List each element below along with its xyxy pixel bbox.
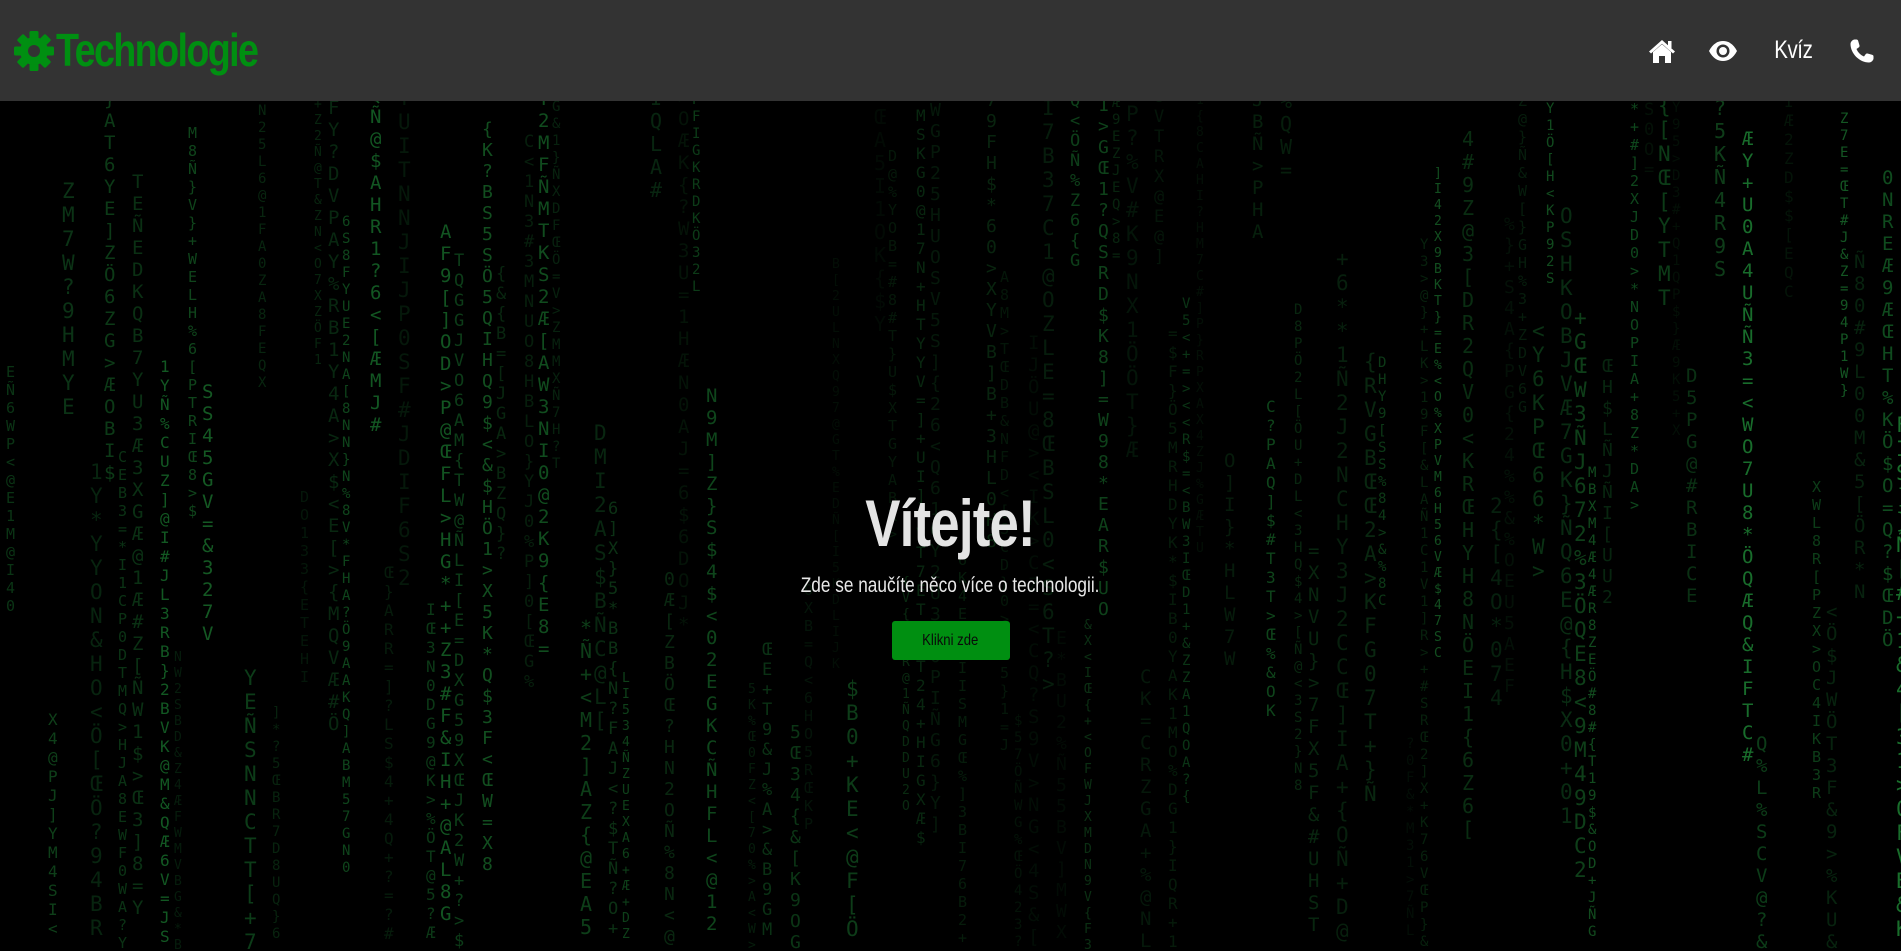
phone-icon bbox=[1849, 38, 1875, 64]
hero-content: Vítejte! Zde se naučíte něco více o tech… bbox=[0, 490, 1901, 660]
navbar: Technologie Kvíz bbox=[0, 0, 1901, 101]
click-here-button[interactable]: Klikni zde bbox=[891, 621, 1010, 660]
home-icon bbox=[1648, 38, 1676, 64]
nav-home[interactable] bbox=[1648, 38, 1676, 64]
hero-subtitle: Zde se naučíte něco více o technologii. bbox=[801, 574, 1100, 597]
hero-section: EÑ6WP<@E1M@I40X4@PJ]YM4SI<ZM7W?9HMYE1Y*Y… bbox=[0, 101, 1901, 951]
nav-quiz[interactable]: Kvíz bbox=[1770, 36, 1817, 65]
nav-view[interactable] bbox=[1708, 40, 1738, 62]
eye-icon bbox=[1708, 40, 1738, 62]
hero-title: Vítejte! bbox=[865, 486, 1036, 560]
brand-logo[interactable]: Technologie bbox=[14, 23, 302, 76]
gear-icon bbox=[14, 30, 54, 71]
nav-links: Kvíz bbox=[1648, 36, 1875, 65]
brand-name: Technologie bbox=[56, 23, 259, 76]
click-here-button-label: Klikni zde bbox=[922, 632, 979, 649]
nav-contact[interactable] bbox=[1849, 38, 1875, 64]
nav-quiz-label: Kvíz bbox=[1774, 36, 1814, 64]
